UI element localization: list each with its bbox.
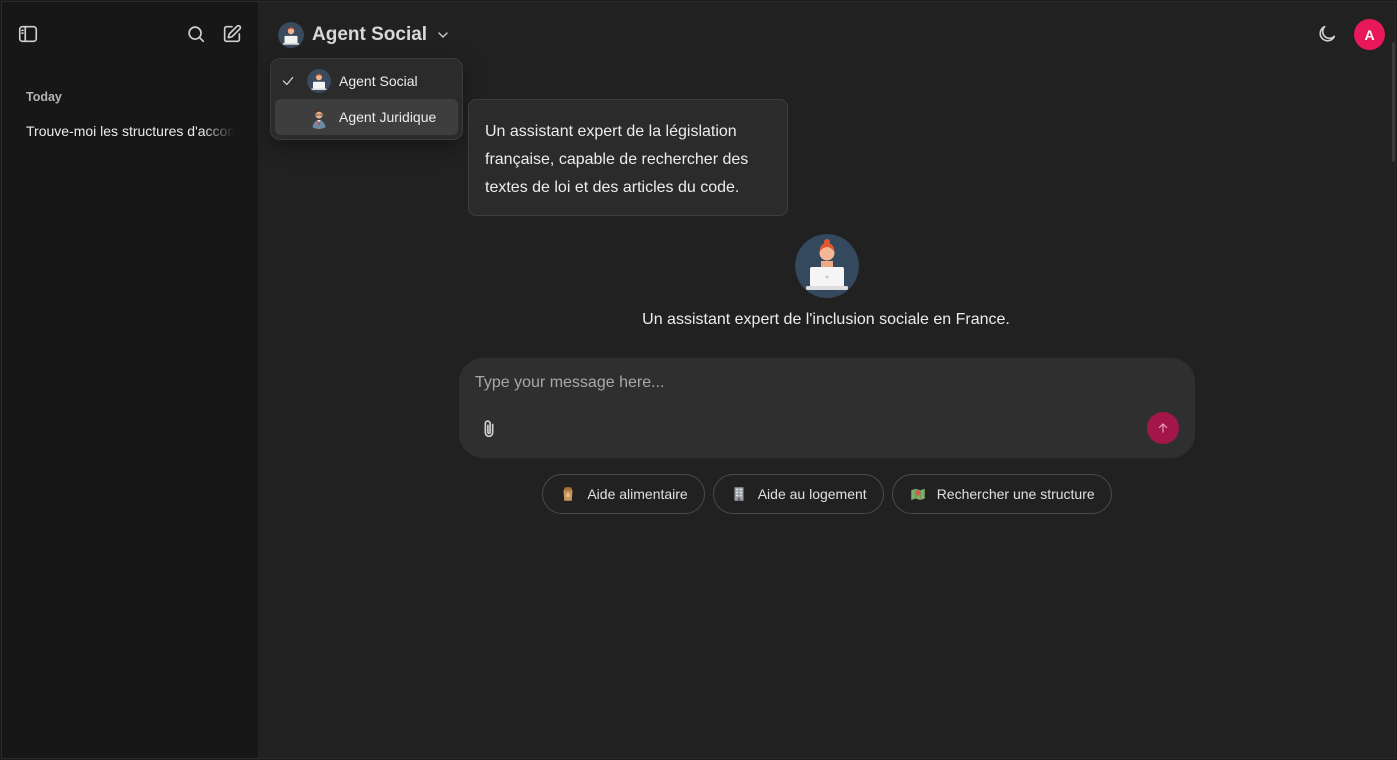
search-icon bbox=[188, 26, 205, 43]
agent-description: Un assistant expert de l'inclusion socia… bbox=[642, 311, 1010, 328]
suggestion-aide-alimentaire[interactable]: Aide alimentaire bbox=[542, 474, 705, 514]
suggestion-aide-au-logement[interactable]: Aide au logement bbox=[712, 474, 884, 514]
send-button[interactable] bbox=[1147, 412, 1179, 444]
model-dropdown: Agent Social Agent Juridique bbox=[270, 58, 463, 140]
suggestion-rechercher-une-structure[interactable]: Rechercher une structure bbox=[891, 474, 1112, 514]
attach-button[interactable] bbox=[473, 413, 505, 445]
suggestion-label: Aide au logement bbox=[757, 486, 867, 502]
scrollbar-thumb[interactable] bbox=[1392, 42, 1395, 162]
agent-social-icon bbox=[278, 22, 304, 48]
chat-history-item[interactable]: Trouve-moi les structures d'accompagneme… bbox=[14, 116, 246, 146]
agent-social-avatar bbox=[278, 22, 304, 48]
message-input[interactable] bbox=[475, 370, 1135, 396]
model-option-agent-juridique[interactable]: Agent Juridique bbox=[275, 99, 458, 135]
message-composer bbox=[459, 358, 1195, 458]
agent-social-icon bbox=[795, 234, 859, 298]
map-icon bbox=[909, 485, 927, 503]
compose-icon bbox=[223, 24, 242, 43]
search-button[interactable] bbox=[180, 18, 212, 50]
user-avatar-button[interactable]: A bbox=[1354, 19, 1385, 50]
suggestion-label: Rechercher une structure bbox=[936, 486, 1095, 502]
model-selector-button[interactable]: Agent Social bbox=[278, 18, 451, 52]
agent-avatar-large bbox=[795, 234, 859, 298]
app-window: Today Trouve-moi les structures d'accomp… bbox=[1, 1, 1396, 759]
food-bag-icon bbox=[559, 485, 577, 503]
scrollbar[interactable] bbox=[1392, 2, 1395, 758]
paperclip-icon bbox=[484, 420, 494, 438]
model-selector-label: Agent Social bbox=[312, 24, 428, 45]
sidebar-panel-icon bbox=[18, 25, 38, 43]
moon-icon bbox=[1319, 25, 1336, 42]
model-option-label: Agent Social bbox=[339, 73, 418, 89]
theme-toggle-button[interactable] bbox=[1311, 18, 1343, 50]
agent-juridique-icon bbox=[307, 105, 331, 129]
chevron-down-icon bbox=[438, 32, 448, 38]
check-icon bbox=[282, 76, 294, 86]
chat-history-item-title: Trouve-moi les structures d'accompagneme… bbox=[26, 123, 234, 139]
model-description-tooltip: Un assistant expert de la législation fr… bbox=[468, 99, 788, 216]
suggestion-chips: Aide alimentaire Aide au logement Recher… bbox=[459, 474, 1195, 514]
arrow-up-icon bbox=[1158, 423, 1168, 433]
building-icon bbox=[730, 485, 748, 503]
new-chat-button[interactable] bbox=[216, 18, 248, 50]
sidebar-toggle-button[interactable] bbox=[12, 18, 44, 50]
model-option-label: Agent Juridique bbox=[339, 109, 437, 125]
agent-juridique-avatar bbox=[307, 105, 331, 129]
agent-social-icon bbox=[307, 69, 331, 93]
main-panel: Agent Social A Agent Social Agent Juridi… bbox=[258, 2, 1395, 758]
sidebar-header bbox=[2, 2, 258, 66]
suggestion-label: Aide alimentaire bbox=[587, 486, 688, 502]
model-option-agent-social[interactable]: Agent Social bbox=[275, 63, 458, 99]
sidebar: Today Trouve-moi les structures d'accomp… bbox=[2, 2, 258, 758]
sidebar-section-label: Today bbox=[26, 90, 62, 104]
agent-social-avatar bbox=[307, 69, 331, 93]
